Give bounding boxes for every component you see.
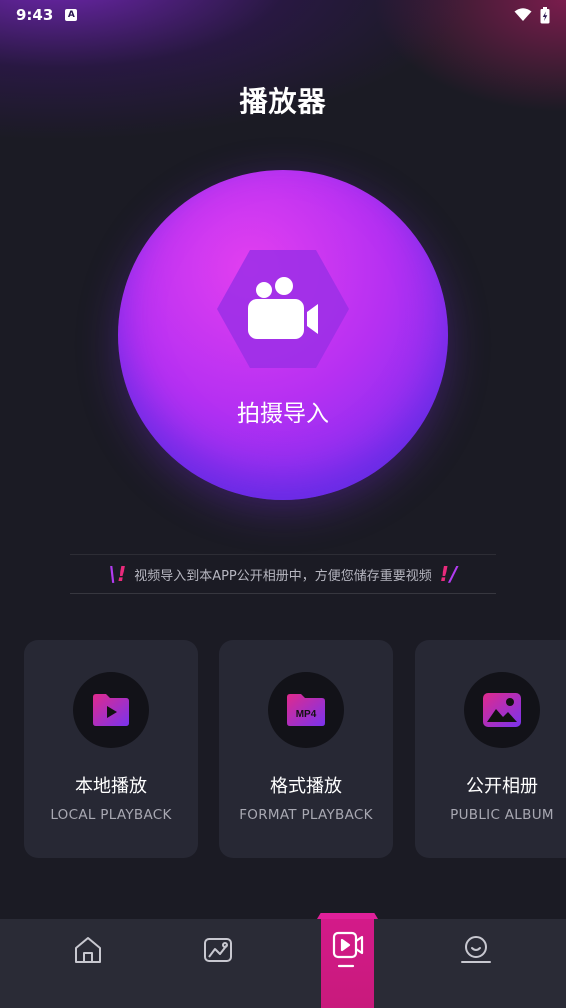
card-local-playback[interactable]: 本地播放 LOCAL PLAYBACK [24, 640, 198, 858]
notice-exclaim-left-icon: \! [108, 562, 127, 586]
notice-exclaim-right-icon: ! / [439, 562, 458, 586]
record-import-label: 拍摄导入 [237, 401, 329, 427]
tab-home[interactable] [48, 919, 128, 981]
card-icon-circle [464, 672, 540, 748]
card-title: 本地播放 [75, 776, 147, 797]
mp4-badge: MP4 [296, 709, 317, 720]
card-subtitle: LOCAL PLAYBACK [50, 807, 172, 823]
video-player-icon [332, 931, 364, 968]
app-notification-icon: A [65, 9, 78, 21]
profile-icon [461, 936, 491, 963]
card-subtitle: FORMAT PLAYBACK [239, 807, 373, 823]
status-right [514, 6, 550, 24]
record-import-button[interactable]: 拍摄导入 [118, 170, 448, 500]
notice-banner: \! 视频导入到本APP公开相册中，方便您储存重要视频 ! / [70, 554, 496, 594]
page-title: 播放器 [239, 85, 327, 118]
mp4-folder-icon: MP4 [287, 694, 325, 726]
card-title: 公开相册 [466, 776, 538, 797]
folder-play-icon [93, 694, 129, 726]
card-public-album[interactable]: 公开相册 PUBLIC ALBUM [415, 640, 566, 858]
bottom-tab-bar [0, 913, 566, 1008]
card-icon-circle [73, 672, 149, 748]
card-icon-circle: MP4 [268, 672, 344, 748]
notice-text: 视频导入到本APP公开相册中，方便您储存重要视频 [134, 568, 432, 584]
battery-charging-icon [540, 6, 550, 23]
video-camera-icon [217, 250, 349, 368]
home-icon [75, 937, 101, 963]
tab-profile[interactable] [436, 919, 516, 981]
tab-video-player[interactable] [321, 913, 374, 1008]
status-left: 9:43 A [16, 6, 78, 24]
wifi-icon [514, 8, 532, 21]
status-bar: 9:43 A [0, 0, 566, 30]
card-title: 格式播放 [270, 776, 342, 797]
card-format-playback[interactable]: MP4 格式播放 FORMAT PLAYBACK [219, 640, 393, 858]
card-subtitle: PUBLIC ALBUM [450, 807, 554, 823]
tab-gallery[interactable] [178, 919, 258, 981]
gallery-icon [204, 938, 232, 962]
image-icon [483, 693, 521, 727]
status-time: 9:43 [16, 6, 54, 24]
